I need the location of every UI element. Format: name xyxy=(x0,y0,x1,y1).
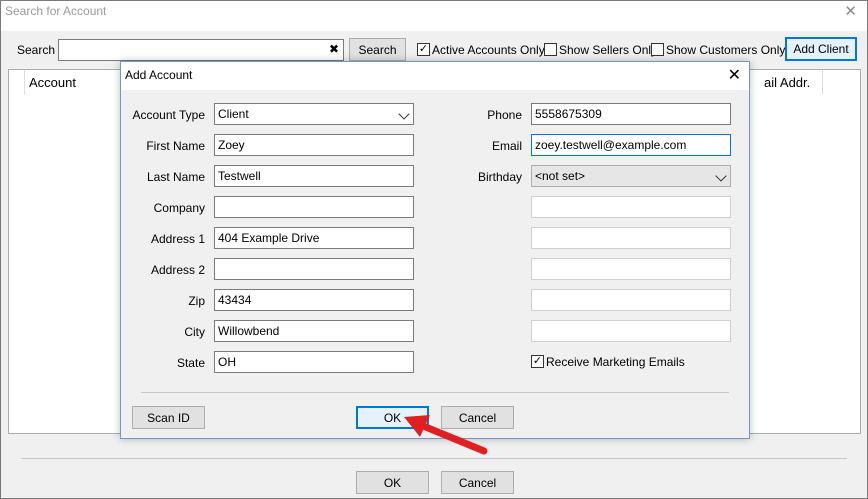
birthday-select[interactable]: <not set> xyxy=(531,165,731,187)
first-name-field[interactable]: Zoey xyxy=(214,134,414,156)
dialog-close-icon[interactable]: ✕ xyxy=(728,65,741,85)
phone-field[interactable]: 5558675309 xyxy=(531,103,731,125)
show-sellers-only-checkbox[interactable] xyxy=(544,43,557,56)
zip-label: Zip xyxy=(188,294,205,308)
address-2-field[interactable] xyxy=(214,258,414,280)
account-type-value: Client xyxy=(218,107,249,121)
birthday-label: Birthday xyxy=(477,170,522,184)
window-titlebar: Search for Account ✕ xyxy=(1,1,867,31)
phone-label: Phone xyxy=(487,108,522,122)
show-sellers-only-label: Show Sellers Only xyxy=(559,43,658,57)
add-account-dialog: Add Account ✕ Account Type Client First … xyxy=(120,61,750,439)
column-separator xyxy=(24,70,25,94)
account-type-select[interactable]: Client xyxy=(214,103,414,125)
dialog-titlebar: Add Account ✕ xyxy=(121,62,749,90)
show-customers-only-checkbox[interactable] xyxy=(651,43,664,56)
extra-field-1[interactable] xyxy=(531,196,731,218)
footer-ok-button[interactable]: OK xyxy=(356,471,429,494)
scan-id-button[interactable]: Scan ID xyxy=(132,406,205,429)
last-name-field[interactable]: Testwell xyxy=(214,165,414,187)
extra-field-4[interactable] xyxy=(531,289,731,311)
city-label: City xyxy=(184,325,205,339)
account-type-label: Account Type xyxy=(132,108,206,122)
search-button[interactable]: Search xyxy=(349,38,406,61)
state-label: State xyxy=(176,356,205,370)
address-1-label: Address 1 xyxy=(150,232,205,246)
address-1-field[interactable]: 404 Example Drive xyxy=(214,227,414,249)
search-label: Search xyxy=(17,43,56,57)
search-input[interactable] xyxy=(58,39,344,61)
column-header-account[interactable]: Account xyxy=(29,75,76,90)
address-2-label: Address 2 xyxy=(150,263,205,277)
extra-field-3[interactable] xyxy=(531,258,731,280)
window-title: Search for Account xyxy=(5,4,107,18)
company-field[interactable] xyxy=(214,196,414,218)
dialog-title: Add Account xyxy=(125,68,193,82)
receive-marketing-emails-checkbox[interactable]: ✓ xyxy=(531,355,544,368)
red-arrow-icon xyxy=(404,415,488,455)
column-header-email-address[interactable]: ail Addr. xyxy=(764,75,810,90)
extra-field-2[interactable] xyxy=(531,227,731,249)
extra-field-5[interactable] xyxy=(531,320,731,342)
birthday-value: <not set> xyxy=(535,169,586,183)
column-separator xyxy=(822,70,823,94)
clear-search-icon[interactable]: ✖ xyxy=(329,42,339,56)
last-name-label: Last Name xyxy=(146,170,205,184)
chevron-down-icon xyxy=(715,170,727,182)
city-field[interactable]: Willowbend xyxy=(214,320,414,342)
active-accounts-only-checkbox[interactable]: ✓ xyxy=(417,43,430,56)
window-close-icon[interactable]: ✕ xyxy=(844,2,857,20)
company-label: Company xyxy=(153,201,205,215)
active-accounts-only-label: Active Accounts Only xyxy=(432,43,545,57)
show-customers-only-label: Show Customers Only xyxy=(666,43,786,57)
first-name-label: First Name xyxy=(146,139,205,153)
zip-field[interactable]: 43434 xyxy=(214,289,414,311)
state-field[interactable]: OH xyxy=(214,351,414,373)
dialog-divider xyxy=(141,392,729,393)
add-client-button[interactable]: Add Client xyxy=(785,37,857,61)
footer-cancel-button[interactable]: Cancel xyxy=(441,471,514,494)
search-for-account-window: Search for Account ✕ Search ✖ Search ✓ A… xyxy=(0,0,868,499)
receive-marketing-emails-label: Receive Marketing Emails xyxy=(546,355,685,369)
email-label: Email xyxy=(491,139,522,153)
chevron-down-icon xyxy=(398,108,410,120)
email-field[interactable]: zoey.testwell@example.com xyxy=(531,134,731,156)
